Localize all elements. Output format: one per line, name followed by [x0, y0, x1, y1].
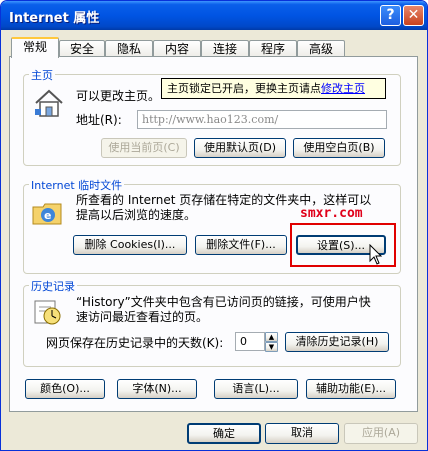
chevron-down-icon: ▼ [268, 343, 275, 351]
internet-properties-window: Internet 属性 ? ✕ 常规 安全 隐私 内容 连接 程序 高级 主页 … [0, 0, 428, 451]
address-label: 地址(R): [76, 113, 122, 127]
delete-cookies-button[interactable]: 删除 Cookies(I)... [73, 235, 187, 255]
clear-history-button[interactable]: 清除历史记录(H) [285, 332, 389, 352]
help-icon: ? [386, 7, 395, 23]
history-legend: 历史记录 [29, 278, 77, 294]
colors-button[interactable]: 颜色(O)... [25, 379, 105, 399]
chevron-up-icon: ▲ [268, 333, 275, 341]
temp-files-legend: Internet 临时文件 [29, 177, 125, 193]
site-watermark: smxr.com [300, 206, 363, 221]
apply-button[interactable]: 应用(A) [344, 423, 418, 444]
languages-button[interactable]: 语言(L)... [214, 379, 298, 399]
history-description-2: 速访问最近查看过的页。 [76, 310, 209, 324]
home-icon [35, 89, 63, 117]
homepage-address-input[interactable]: http://www.hao123.com/ [137, 110, 387, 129]
title-bar[interactable]: Internet 属性 ? ✕ [1, 1, 427, 30]
days-down-button[interactable]: ▼ [265, 342, 278, 352]
help-button[interactable]: ? [380, 5, 401, 26]
modify-homepage-link[interactable]: 修改主页 [321, 82, 365, 95]
history-icon [34, 300, 61, 325]
accessibility-button[interactable]: 辅助功能(E)... [306, 379, 396, 399]
use-current-button[interactable]: 使用当前页(C) [101, 138, 187, 158]
close-icon: ✕ [407, 7, 420, 23]
days-up-button[interactable]: ▲ [265, 332, 278, 342]
use-blank-button[interactable]: 使用空白页(B) [293, 138, 385, 158]
cancel-button[interactable]: 取消 [265, 423, 339, 444]
homepage-lock-tooltip: 主页锁定已开启，更换主页请点修改主页 [161, 78, 386, 99]
window-title: Internet 属性 [9, 11, 100, 26]
delete-files-button[interactable]: 删除文件(F)... [195, 235, 287, 255]
history-description-1: “History”文件夹中包含有已访问页的链接，可使用户快 [76, 295, 371, 309]
temp-files-description-2: 提高以后浏览的速度。 [76, 208, 197, 222]
history-days-label: 网页保存在历史记录中的天数(K): [46, 336, 224, 350]
fonts-button[interactable]: 字体(N)... [117, 379, 197, 399]
folder-ie-icon: e [32, 203, 62, 225]
close-button[interactable]: ✕ [403, 5, 424, 26]
homepage-legend: 主页 [29, 67, 55, 83]
homepage-description: 可以更改主页。 [76, 89, 161, 103]
history-days-input[interactable]: 0 [235, 332, 265, 351]
tooltip-text: 主页锁定已开启，更换主页请点 [167, 82, 321, 95]
use-default-button[interactable]: 使用默认页(D) [194, 138, 286, 158]
ok-button[interactable]: 确定 [187, 423, 261, 444]
svg-text:e: e [44, 209, 51, 222]
tab-general[interactable]: 常规 [11, 37, 59, 58]
mouse-cursor-icon [369, 244, 383, 265]
